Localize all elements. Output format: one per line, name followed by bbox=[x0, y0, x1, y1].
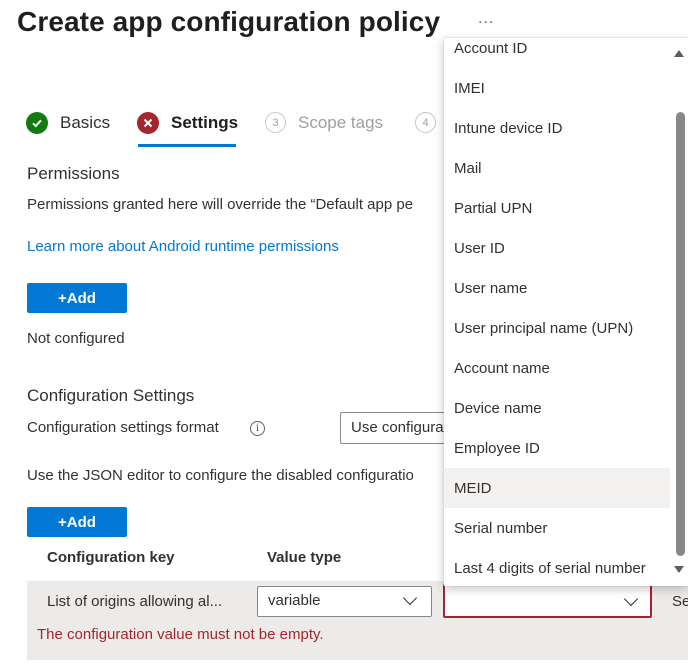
row-trailing-text: Se bbox=[672, 593, 688, 610]
chevron-down-icon bbox=[402, 590, 418, 606]
dropdown-option-employee-id[interactable]: Employee ID bbox=[444, 428, 670, 468]
wizard-step-settings[interactable]: Settings bbox=[137, 112, 238, 134]
active-step-indicator bbox=[138, 144, 236, 147]
configuration-value-select[interactable] bbox=[443, 584, 652, 618]
wizard-step-label: Scope tags bbox=[298, 112, 384, 132]
dropdown-option-upn[interactable]: User principal name (UPN) bbox=[444, 308, 670, 348]
wizard-step-label: Basics bbox=[60, 113, 111, 132]
info-icon[interactable]: i bbox=[250, 421, 265, 436]
permissions-description: Permissions granted here will override t… bbox=[27, 196, 414, 213]
value-type-selected: variable bbox=[268, 592, 321, 609]
page-title: Create app configuration policy bbox=[17, 6, 441, 37]
dropdown-option-mail[interactable]: Mail bbox=[444, 148, 670, 188]
json-editor-note: Use the JSON editor to configure the dis… bbox=[27, 467, 414, 484]
step-number-icon: 3 bbox=[265, 112, 286, 133]
error-circle-icon bbox=[137, 112, 159, 134]
dropdown-option-user-name[interactable]: User name bbox=[444, 268, 670, 308]
dropdown-option-account-name[interactable]: Account name bbox=[444, 348, 670, 388]
dropdown-option-serial-number[interactable]: Serial number bbox=[444, 508, 670, 548]
dropdown-option-account-id[interactable]: Account ID bbox=[444, 38, 670, 68]
chevron-down-icon bbox=[623, 591, 639, 607]
validation-error: The configuration value must not be empt… bbox=[37, 626, 324, 643]
step-number-icon: 4 bbox=[415, 112, 436, 133]
learn-more-link[interactable]: Learn more about Android runtime permiss… bbox=[27, 238, 339, 255]
scroll-up-arrow-icon[interactable] bbox=[674, 50, 684, 57]
dropdown-option-intune-device-id[interactable]: Intune device ID bbox=[444, 108, 670, 148]
scroll-down-arrow-icon[interactable] bbox=[674, 566, 684, 573]
value-type-select[interactable]: variable bbox=[257, 586, 432, 617]
add-permission-button[interactable]: +Add bbox=[27, 283, 127, 313]
dropdown-option-meid[interactable]: MEID bbox=[444, 468, 670, 508]
configuration-value-dropdown[interactable]: Account ID IMEI Intune device ID Mail Pa… bbox=[444, 38, 688, 586]
dropdown-option-partial-upn[interactable]: Partial UPN bbox=[444, 188, 670, 228]
permissions-status: Not configured bbox=[27, 330, 125, 347]
wizard-step-scope-tags[interactable]: 3 Scope tags bbox=[265, 112, 383, 133]
dropdown-scrollbar[interactable] bbox=[670, 38, 688, 586]
configuration-key-cell: List of origins allowing al... bbox=[47, 593, 223, 610]
scrollbar-thumb[interactable] bbox=[676, 112, 685, 556]
wizard-step-basics[interactable]: Basics bbox=[26, 112, 110, 134]
configuration-settings-heading: Configuration Settings bbox=[27, 386, 195, 405]
add-configuration-button[interactable]: +Add bbox=[27, 507, 127, 537]
column-header-configuration-key: Configuration key bbox=[47, 549, 175, 566]
dropdown-option-imei[interactable]: IMEI bbox=[444, 68, 670, 108]
wizard-step-label: Settings bbox=[171, 113, 239, 132]
check-circle-icon bbox=[26, 112, 48, 134]
dropdown-option-last-4-serial[interactable]: Last 4 digits of serial number bbox=[444, 548, 670, 586]
permissions-heading: Permissions bbox=[27, 164, 120, 183]
format-label: Configuration settings format bbox=[27, 419, 219, 436]
more-options-icon[interactable]: ... bbox=[478, 10, 494, 28]
dropdown-option-user-id[interactable]: User ID bbox=[444, 228, 670, 268]
dropdown-option-device-name[interactable]: Device name bbox=[444, 388, 670, 428]
column-header-value-type: Value type bbox=[267, 549, 342, 566]
